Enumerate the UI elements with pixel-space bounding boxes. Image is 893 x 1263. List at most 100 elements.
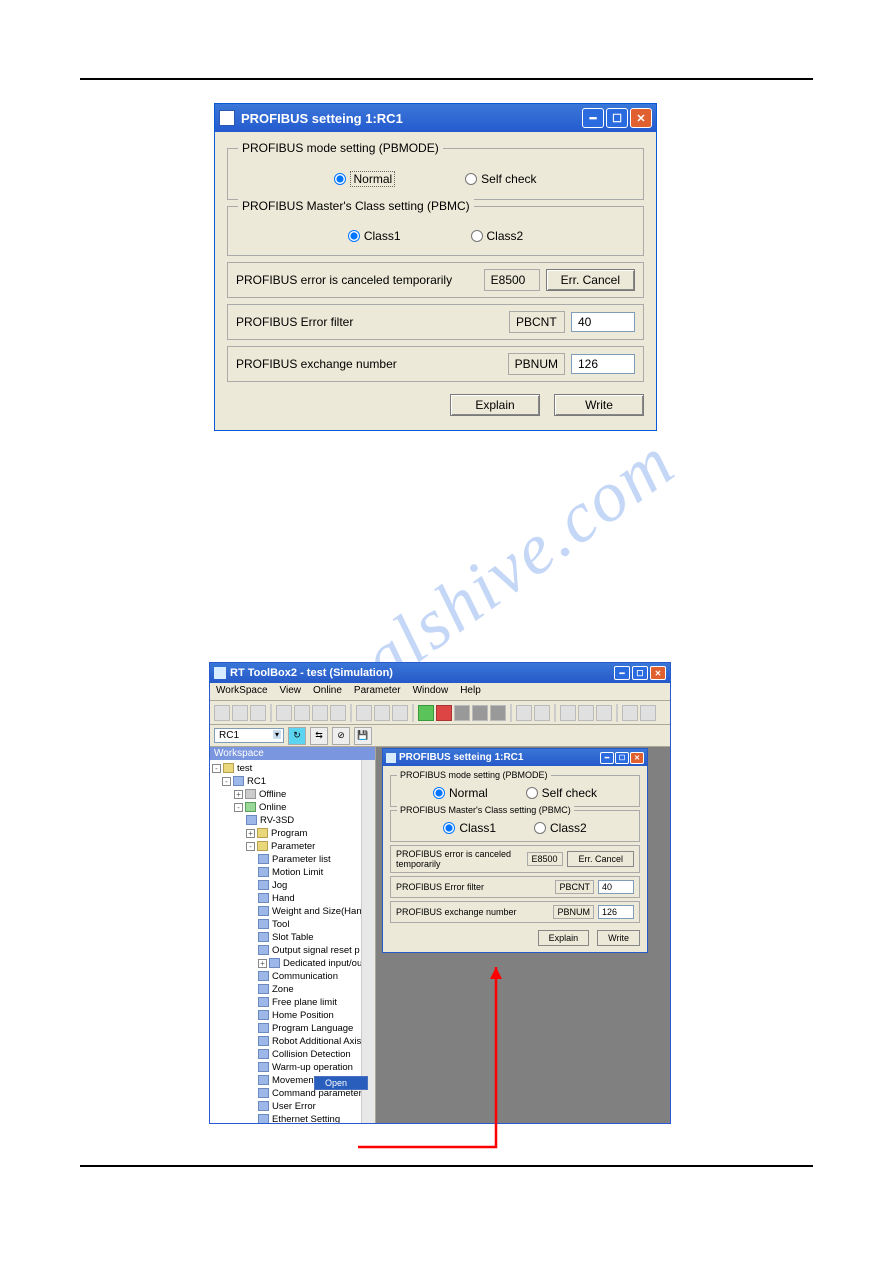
menu-help[interactable]: Help <box>460 685 481 698</box>
tree-item[interactable]: Motion Limit <box>212 866 361 879</box>
tree-item[interactable]: Slot Table <box>212 931 361 944</box>
connect-icon[interactable]: ⇆ <box>310 727 328 745</box>
minimize-button[interactable]: ━ <box>600 752 614 764</box>
context-open[interactable]: Open <box>315 1077 367 1089</box>
tool-icon[interactable] <box>374 705 390 721</box>
tree-item[interactable]: Program Language <box>212 1022 361 1035</box>
tool-icon[interactable] <box>232 705 248 721</box>
exchange-input[interactable] <box>598 905 634 919</box>
err-cancel-label: PROFIBUS error is canceled temporarily <box>396 849 523 869</box>
close-button[interactable]: ✕ <box>630 108 652 128</box>
exchange-input[interactable] <box>571 354 635 374</box>
menu-parameter[interactable]: Parameter <box>354 685 401 698</box>
save-icon[interactable]: 💾 <box>354 727 372 745</box>
stop-icon[interactable] <box>436 705 452 721</box>
tool-icon[interactable] <box>312 705 328 721</box>
radio-normal[interactable]: Normal <box>433 786 488 800</box>
maximize-button[interactable]: ☐ <box>615 752 629 764</box>
tree-item[interactable]: +Offline <box>212 788 361 801</box>
maximize-button[interactable]: ☐ <box>606 108 628 128</box>
minimize-button[interactable]: ━ <box>614 666 630 680</box>
write-button[interactable]: Write <box>554 394 644 416</box>
tool-icon[interactable] <box>472 705 488 721</box>
refresh-icon[interactable]: ↻ <box>288 727 306 745</box>
tool-icon[interactable] <box>490 705 506 721</box>
tool-icon[interactable] <box>560 705 576 721</box>
tree-item[interactable]: Free plane limit <box>212 996 361 1009</box>
err-cancel-button[interactable]: Err. Cancel <box>546 269 635 291</box>
workspace-header: Workspace <box>210 747 375 760</box>
tree-item[interactable]: -Parameter <box>212 840 361 853</box>
tree-item[interactable]: Collision Detection <box>212 1048 361 1061</box>
tree-item[interactable]: Warm-up operation <box>212 1061 361 1074</box>
run-icon[interactable] <box>418 705 434 721</box>
explain-button[interactable]: Explain <box>450 394 540 416</box>
radio-selfcheck[interactable]: Self check <box>526 786 597 800</box>
radio-class2[interactable]: Class2 <box>471 229 524 243</box>
group-legend: PROFIBUS mode setting (PBMODE) <box>397 770 551 780</box>
tool-icon[interactable] <box>214 705 230 721</box>
tool-icon[interactable] <box>596 705 612 721</box>
close-button[interactable]: ✕ <box>630 752 644 764</box>
menu-workspace[interactable]: WorkSpace <box>216 685 268 698</box>
tree-item[interactable]: Output signal reset p <box>212 944 361 957</box>
tree-item[interactable]: RV-3SD <box>212 814 361 827</box>
rc-combo[interactable]: RC1 <box>214 728 284 743</box>
tool-icon[interactable] <box>276 705 292 721</box>
tree-item[interactable]: Weight and Size(Han <box>212 905 361 918</box>
close-button[interactable]: ✕ <box>650 666 666 680</box>
profibus-dialog: PROFIBUS setteing 1:RC1 ━ ☐ ✕ PROFIBUS m… <box>214 103 657 431</box>
tool-icon[interactable] <box>454 705 470 721</box>
tool-icon[interactable] <box>392 705 408 721</box>
tool-icon[interactable] <box>578 705 594 721</box>
tree-item[interactable]: Parameter list <box>212 853 361 866</box>
explain-button[interactable]: Explain <box>538 930 590 946</box>
print-icon[interactable] <box>622 705 638 721</box>
tree-item[interactable]: -test <box>212 762 361 775</box>
tree-item[interactable]: Hand <box>212 892 361 905</box>
errfilter-input[interactable] <box>598 880 634 894</box>
group-pbmode: PROFIBUS mode setting (PBMODE) Normal Se… <box>390 775 640 807</box>
profibus-dialog-mini: PROFIBUS setteing 1:RC1 ━ ☐ ✕ PROFIBUS m… <box>382 748 648 953</box>
radio-class1[interactable]: Class1 <box>348 229 401 243</box>
tool-icon[interactable] <box>330 705 346 721</box>
tool-icon[interactable] <box>516 705 532 721</box>
err-cancel-button[interactable]: Err. Cancel <box>567 851 634 867</box>
menu-online[interactable]: Online <box>313 685 342 698</box>
menu-window[interactable]: Window <box>413 685 449 698</box>
tree-item[interactable]: +Program <box>212 827 361 840</box>
scrollbar[interactable] <box>361 760 375 1123</box>
app-icon <box>214 667 226 679</box>
titlebar[interactable]: PROFIBUS setteing 1:RC1 ━ ☐ ✕ <box>383 749 647 766</box>
tree-item[interactable]: -RC1 <box>212 775 361 788</box>
tree-item[interactable]: Tool <box>212 918 361 931</box>
tree-item[interactable]: Robot Additional Axis <box>212 1035 361 1048</box>
tree-item[interactable]: Jog <box>212 879 361 892</box>
help-icon[interactable] <box>640 705 656 721</box>
tool-icon[interactable] <box>534 705 550 721</box>
window-title: PROFIBUS setteing 1:RC1 <box>399 752 523 763</box>
tree-item[interactable]: Communication <box>212 970 361 983</box>
radio-selfcheck[interactable]: Self check <box>465 171 536 187</box>
tool-icon[interactable] <box>294 705 310 721</box>
radio-normal[interactable]: Normal <box>334 171 395 187</box>
radio-class1[interactable]: Class1 <box>443 821 496 835</box>
menu-view[interactable]: View <box>280 685 302 698</box>
maximize-button[interactable]: ☐ <box>632 666 648 680</box>
minimize-button[interactable]: ━ <box>582 108 604 128</box>
disconnect-icon[interactable]: ⊘ <box>332 727 350 745</box>
tool-icon[interactable] <box>356 705 372 721</box>
app-titlebar[interactable]: RT ToolBox2 - test (Simulation) ━ ☐ ✕ <box>210 663 670 683</box>
tool-icon[interactable] <box>250 705 266 721</box>
errfilter-input[interactable] <box>571 312 635 332</box>
radio-class2[interactable]: Class2 <box>534 821 587 835</box>
tree-item[interactable]: +Dedicated input/outp <box>212 957 361 970</box>
tree-item[interactable]: Zone <box>212 983 361 996</box>
write-button[interactable]: Write <box>597 930 640 946</box>
tree-item[interactable]: -Online <box>212 801 361 814</box>
titlebar[interactable]: PROFIBUS setteing 1:RC1 ━ ☐ ✕ <box>215 104 656 132</box>
tree-item[interactable]: Home Position <box>212 1009 361 1022</box>
tree-item[interactable]: User Error <box>212 1100 361 1113</box>
tree-item[interactable]: Ethernet Setting <box>212 1113 361 1123</box>
tree[interactable]: -test-RC1+Offline-OnlineRV-3SD+Program-P… <box>210 760 361 1123</box>
